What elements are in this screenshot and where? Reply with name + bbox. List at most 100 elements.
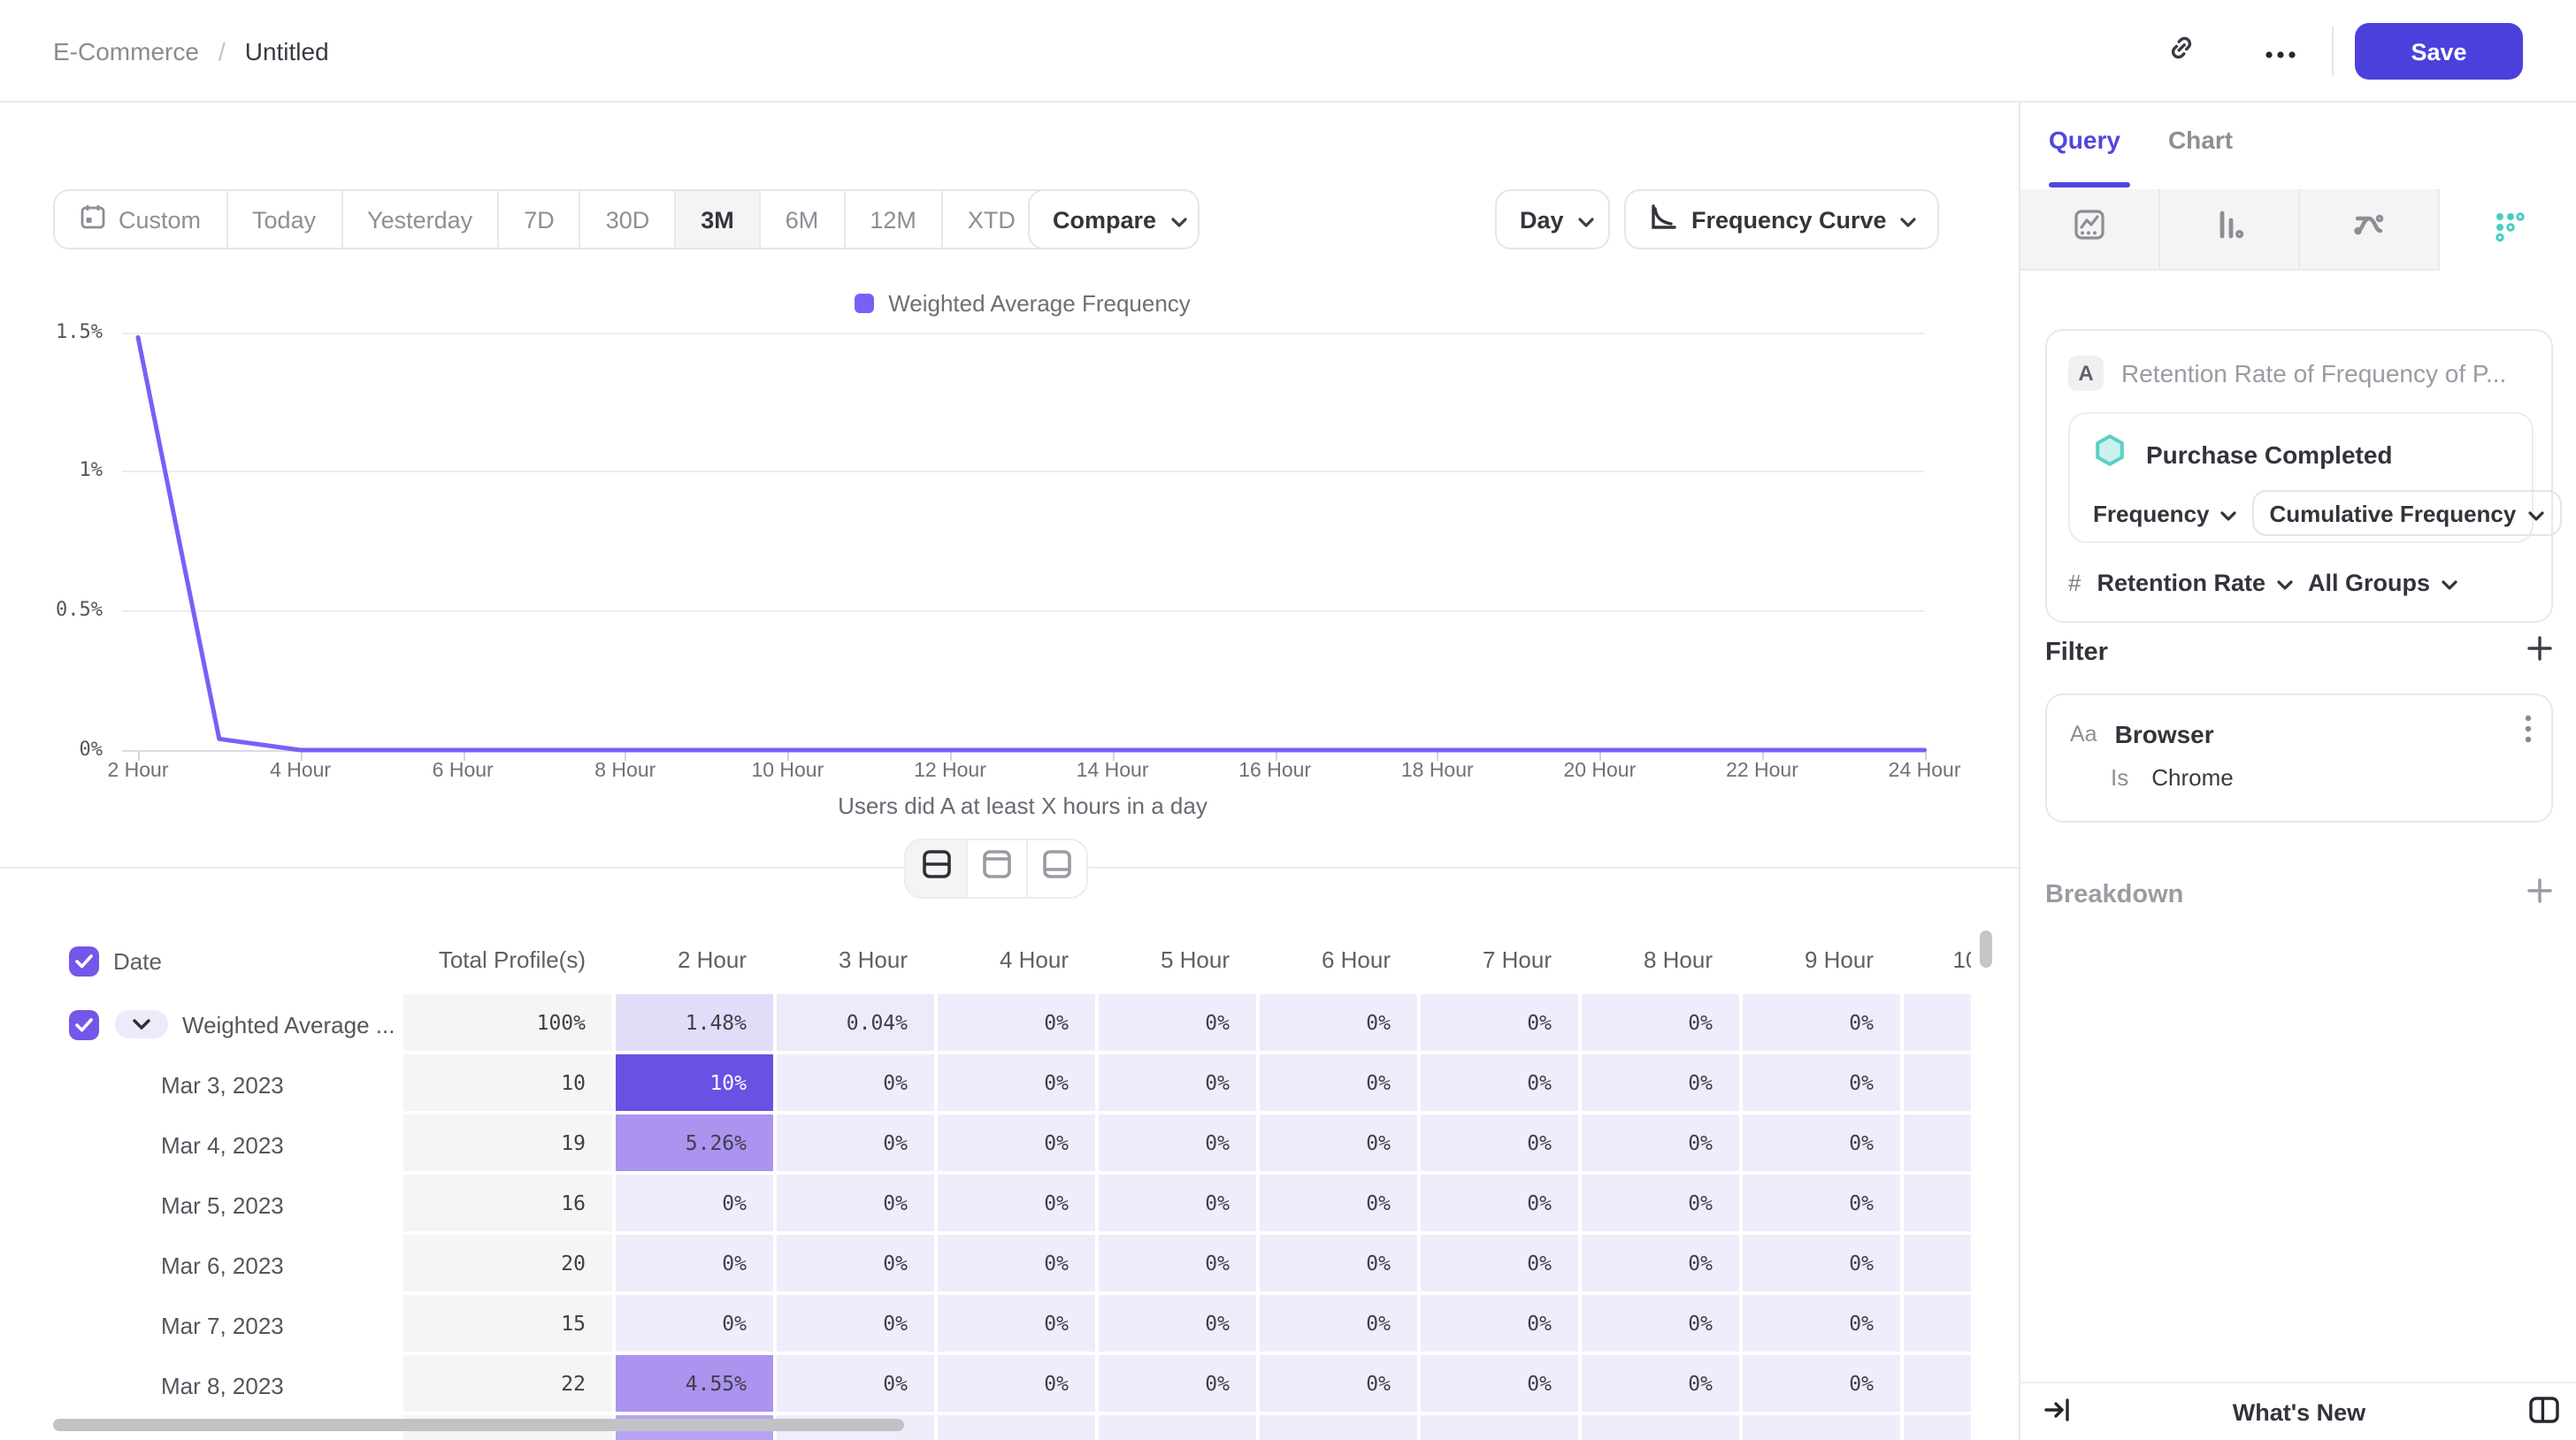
retention-value-cell[interactable]: 0% bbox=[1421, 1235, 1582, 1295]
filter-menu-button[interactable] bbox=[2525, 715, 2532, 752]
range-3m[interactable]: 3M bbox=[674, 191, 759, 248]
tab-chart[interactable]: Chart bbox=[2168, 126, 2233, 154]
retention-value-cell[interactable]: 0% bbox=[1260, 1235, 1421, 1295]
column-header[interactable]: 8 Hour bbox=[1582, 946, 1743, 976]
retention-value-cell[interactable] bbox=[1904, 994, 1971, 1054]
select-all-checkbox[interactable] bbox=[69, 946, 99, 976]
add-filter-button[interactable] bbox=[2526, 635, 2553, 670]
add-breakdown-button[interactable] bbox=[2526, 877, 2553, 913]
range-6m[interactable]: 6M bbox=[759, 191, 844, 248]
retention-value-cell[interactable]: 0% bbox=[616, 1295, 777, 1355]
retention-value-cell[interactable]: 0% bbox=[1421, 994, 1582, 1054]
retention-value-cell[interactable]: 0% bbox=[938, 1175, 1099, 1235]
whats-new-link[interactable]: What's New bbox=[2020, 1383, 2576, 1440]
retention-value-cell[interactable]: 0% bbox=[1421, 1295, 1582, 1355]
compare-button[interactable]: Compare bbox=[1028, 189, 1200, 249]
retention-value-cell[interactable]: 0% bbox=[938, 1355, 1099, 1415]
series-title[interactable]: Retention Rate of Frequency of P... bbox=[2121, 359, 2506, 387]
retention-value-cell[interactable] bbox=[1904, 1415, 1971, 1440]
retention-value-cell[interactable] bbox=[1099, 1415, 1260, 1440]
retention-value-cell[interactable]: 0% bbox=[1421, 1175, 1582, 1235]
retention-value-cell[interactable]: 0% bbox=[1582, 1295, 1743, 1355]
retention-value-cell[interactable]: 10% bbox=[616, 1054, 777, 1114]
layout-split-button[interactable] bbox=[906, 840, 966, 897]
table-vertical-scrollbar[interactable] bbox=[1980, 931, 1992, 968]
retention-value-cell[interactable]: 0% bbox=[777, 1175, 938, 1235]
retention-value-cell[interactable]: 0% bbox=[1743, 1295, 1904, 1355]
retention-value-cell[interactable]: 5.26% bbox=[616, 1114, 777, 1175]
retention-value-cell[interactable]: 0% bbox=[1421, 1114, 1582, 1175]
retention-value-cell[interactable] bbox=[1421, 1415, 1582, 1440]
total-profiles-cell[interactable]: 15 bbox=[403, 1295, 616, 1355]
range-30d[interactable]: 30D bbox=[579, 191, 675, 248]
retention-value-cell[interactable]: 0% bbox=[1421, 1355, 1582, 1415]
retention-value-cell[interactable]: 0% bbox=[1099, 1235, 1260, 1295]
retention-value-cell[interactable]: 0% bbox=[1260, 1114, 1421, 1175]
retention-value-cell[interactable]: 0% bbox=[938, 1054, 1099, 1114]
breadcrumb-project[interactable]: E-Commerce bbox=[53, 37, 199, 65]
more-actions-button[interactable] bbox=[2254, 25, 2307, 78]
flows-chart-type-button[interactable] bbox=[2300, 189, 2440, 271]
retention-value-cell[interactable]: 0% bbox=[938, 994, 1099, 1054]
range-yesterday[interactable]: Yesterday bbox=[341, 191, 497, 248]
frequency-type-dropdown[interactable]: Cumulative Frequency bbox=[2252, 490, 2563, 536]
granularity-dropdown[interactable]: Day bbox=[1495, 189, 1610, 249]
retention-value-cell[interactable]: 0% bbox=[938, 1235, 1099, 1295]
collapse-panel-button[interactable] bbox=[2038, 1394, 2077, 1433]
retention-value-cell[interactable]: 0% bbox=[777, 1054, 938, 1114]
report-title[interactable]: Untitled bbox=[245, 37, 329, 65]
insights-chart-type-button[interactable] bbox=[2020, 189, 2160, 271]
retention-value-cell[interactable]: 0% bbox=[1582, 1355, 1743, 1415]
column-header[interactable]: Total Profile(s) bbox=[403, 946, 616, 976]
retention-value-cell[interactable]: 0% bbox=[938, 1295, 1099, 1355]
frequency-dropdown[interactable]: Frequency bbox=[2093, 500, 2236, 526]
layout-table-only-button[interactable] bbox=[1026, 840, 1086, 897]
retention-value-cell[interactable]: 0% bbox=[1743, 1114, 1904, 1175]
filter-property[interactable]: Browser bbox=[2115, 719, 2507, 747]
retention-value-cell[interactable]: 4.55% bbox=[616, 1355, 777, 1415]
retention-value-cell[interactable]: 0% bbox=[938, 1114, 1099, 1175]
retention-value-cell[interactable]: 0% bbox=[1743, 1235, 1904, 1295]
retention-value-cell[interactable]: 0% bbox=[1099, 1175, 1260, 1235]
filter-operator[interactable]: Is bbox=[2111, 764, 2128, 791]
retention-value-cell[interactable]: 0% bbox=[1743, 1355, 1904, 1415]
retention-value-cell[interactable] bbox=[938, 1415, 1099, 1440]
retention-value-cell[interactable]: 0% bbox=[1421, 1054, 1582, 1114]
retention-value-cell[interactable]: 0% bbox=[1260, 994, 1421, 1054]
retention-value-cell[interactable] bbox=[1904, 1355, 1971, 1415]
retention-value-cell[interactable]: 0% bbox=[1743, 1054, 1904, 1114]
retention-value-cell[interactable]: 0% bbox=[1743, 994, 1904, 1054]
copy-link-button[interactable] bbox=[2155, 25, 2208, 78]
expand-row-button[interactable] bbox=[115, 1010, 168, 1038]
column-header[interactable]: 4 Hour bbox=[938, 946, 1099, 976]
range-custom[interactable]: Custom bbox=[55, 191, 226, 248]
column-header[interactable]: 2 Hour bbox=[616, 946, 777, 976]
retention-value-cell[interactable]: 0% bbox=[1260, 1054, 1421, 1114]
retention-value-cell[interactable]: 0% bbox=[1099, 1114, 1260, 1175]
retention-value-cell[interactable] bbox=[1904, 1114, 1971, 1175]
column-header[interactable]: 9 Hour bbox=[1743, 946, 1904, 976]
retention-value-cell[interactable]: 0% bbox=[1260, 1355, 1421, 1415]
column-header[interactable]: 3 Hour bbox=[777, 946, 938, 976]
retention-value-cell[interactable]: 0% bbox=[1260, 1175, 1421, 1235]
range-12m[interactable]: 12M bbox=[843, 191, 941, 248]
retention-value-cell[interactable]: 0.04% bbox=[777, 994, 938, 1054]
retention-value-cell[interactable]: 0% bbox=[777, 1295, 938, 1355]
retention-value-cell[interactable]: 0% bbox=[1582, 994, 1743, 1054]
retention-value-cell[interactable]: 0% bbox=[1582, 1114, 1743, 1175]
retention-value-cell[interactable] bbox=[1904, 1235, 1971, 1295]
chart-style-dropdown[interactable]: Frequency Curve bbox=[1624, 189, 1939, 249]
tab-query[interactable]: Query bbox=[2049, 126, 2120, 154]
retention-value-cell[interactable]: 0% bbox=[1582, 1175, 1743, 1235]
retention-value-cell[interactable]: 0% bbox=[616, 1175, 777, 1235]
side-panel-toggle-button[interactable] bbox=[2525, 1394, 2564, 1433]
retention-value-cell[interactable] bbox=[1904, 1295, 1971, 1355]
retention-value-cell[interactable]: 0% bbox=[1099, 1295, 1260, 1355]
retention-value-cell[interactable]: 0% bbox=[1099, 994, 1260, 1054]
retention-value-cell[interactable] bbox=[1904, 1054, 1971, 1114]
retention-value-cell[interactable] bbox=[1260, 1415, 1421, 1440]
total-profiles-cell[interactable]: 10 bbox=[403, 1054, 616, 1114]
retention-chart-type-button[interactable] bbox=[2440, 189, 2576, 271]
event-row[interactable]: Purchase Completed bbox=[2093, 433, 2393, 476]
retention-value-cell[interactable]: 0% bbox=[777, 1355, 938, 1415]
